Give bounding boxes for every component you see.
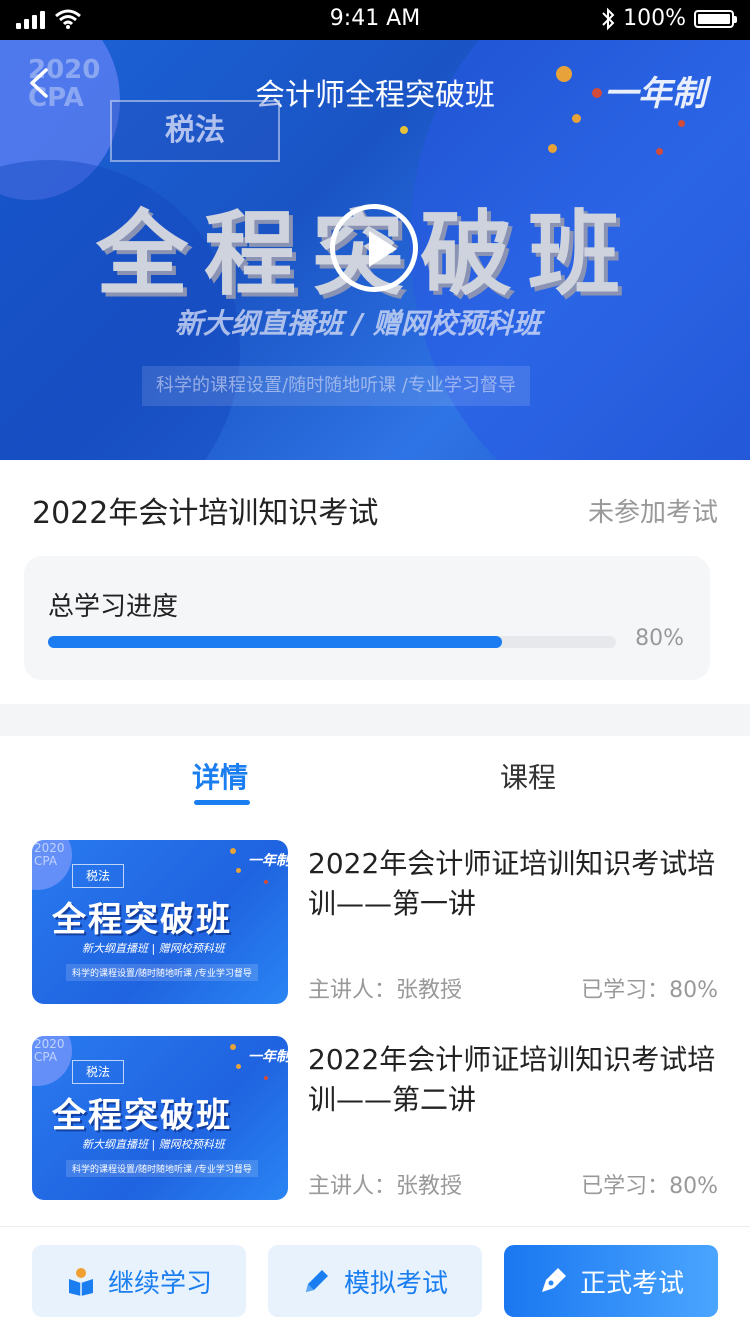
- lesson-thumbnail: 2020 CPA 一年制 税法 全程突破班 新大纲直播班 | 赠网校预科班 科学的…: [32, 1036, 288, 1200]
- study-icon: [68, 1268, 93, 1296]
- lesson-title: 2022年会计师证培训知识考试培训——第二讲: [308, 1043, 716, 1116]
- mock-exam-button[interactable]: 模拟考试: [268, 1245, 482, 1317]
- battery-icon: [694, 9, 737, 28]
- thumb-tag: 税法: [72, 864, 124, 888]
- bottom-action-bar: 继续学习 模拟考试 正式考试: [0, 1226, 750, 1335]
- status-bar: 9:41 AM 100%: [0, 0, 750, 40]
- tab-details[interactable]: 详情: [192, 756, 251, 805]
- progress-label: 总学习进度: [48, 592, 179, 622]
- tab-course[interactable]: 课程: [500, 756, 556, 796]
- continue-study-button[interactable]: 继续学习: [32, 1245, 246, 1317]
- lesson-thumbnail: 2020 CPA 一年制 税法 全程突破班 新大纲直播班 | 赠网校预科班 科学的…: [32, 840, 288, 1004]
- progress-fill: [48, 636, 503, 648]
- list-item[interactable]: 2020 CPA 一年制 税法 全程突破班 新大纲直播班 | 赠网校预科班 科学的…: [32, 1036, 718, 1200]
- thumb-cpa: 2020 CPA: [34, 1037, 65, 1064]
- lesson-progress: 已学习：80%: [581, 1174, 718, 1199]
- continue-study-label: 继续学习: [107, 1268, 212, 1299]
- banner-yearly-label: 一年制: [604, 74, 706, 114]
- pen-icon: [541, 1268, 566, 1292]
- thumb-yearly: 一年制: [248, 1049, 288, 1065]
- section-divider: [0, 704, 750, 736]
- play-icon[interactable]: [330, 204, 418, 292]
- course-title: 2022年会计培训知识考试: [32, 496, 379, 531]
- exam-status: 未参加考试: [587, 498, 718, 528]
- lesson-progress: 已学习：80%: [581, 978, 718, 1003]
- lesson-lecturer: 主讲人：张教授: [308, 978, 463, 1003]
- pencil-icon: [305, 1270, 328, 1292]
- progress-track: [48, 636, 616, 648]
- bluetooth-icon: [602, 7, 615, 30]
- thumb-headline: 全程突破班: [52, 900, 232, 940]
- progress-percent: 80%: [635, 626, 684, 651]
- progress-card: 总学习进度 80%: [24, 556, 710, 680]
- thumb-subtitle: 新大纲直播班 | 赠网校预科班: [82, 1138, 225, 1151]
- lesson-lecturer: 主讲人：张教授: [308, 1174, 463, 1199]
- formal-exam-label: 正式考试: [579, 1268, 684, 1299]
- banner-subject-tag: 税法: [110, 100, 280, 162]
- mock-exam-label: 模拟考试: [343, 1268, 448, 1299]
- thumb-subtitle: 新大纲直播班 | 赠网校预科班: [82, 942, 225, 955]
- banner-slogan: 科学的课程设置/随时随地听课 /专业学习督导: [142, 366, 530, 406]
- thumb-tag: 税法: [72, 1060, 124, 1084]
- banner-subtitle: 新大纲直播班 / 赠网校预科班: [175, 307, 541, 340]
- thumb-cpa: 2020 CPA: [34, 841, 65, 868]
- thumb-headline: 全程突破班: [52, 1096, 232, 1136]
- course-video-banner[interactable]: 2020 CPA 会计师全程突破班 一年制 税法 全程突破班 新大纲直播班 / 赠…: [0, 40, 750, 460]
- thumb-slogan: 科学的课程设置/随时随地听课 /专业学习督导: [66, 964, 258, 981]
- formal-exam-button[interactable]: 正式考试: [504, 1245, 718, 1317]
- thumb-yearly: 一年制: [248, 853, 288, 869]
- lesson-title: 2022年会计师证培训知识考试培训——第一讲: [308, 847, 716, 920]
- battery-percent: 100%: [623, 6, 686, 31]
- list-item[interactable]: 2020 CPA 一年制 税法 全程突破班 新大纲直播班 | 赠网校预科班 科学的…: [32, 840, 718, 1004]
- thumb-slogan: 科学的课程设置/随时随地听课 /专业学习督导: [66, 1160, 258, 1177]
